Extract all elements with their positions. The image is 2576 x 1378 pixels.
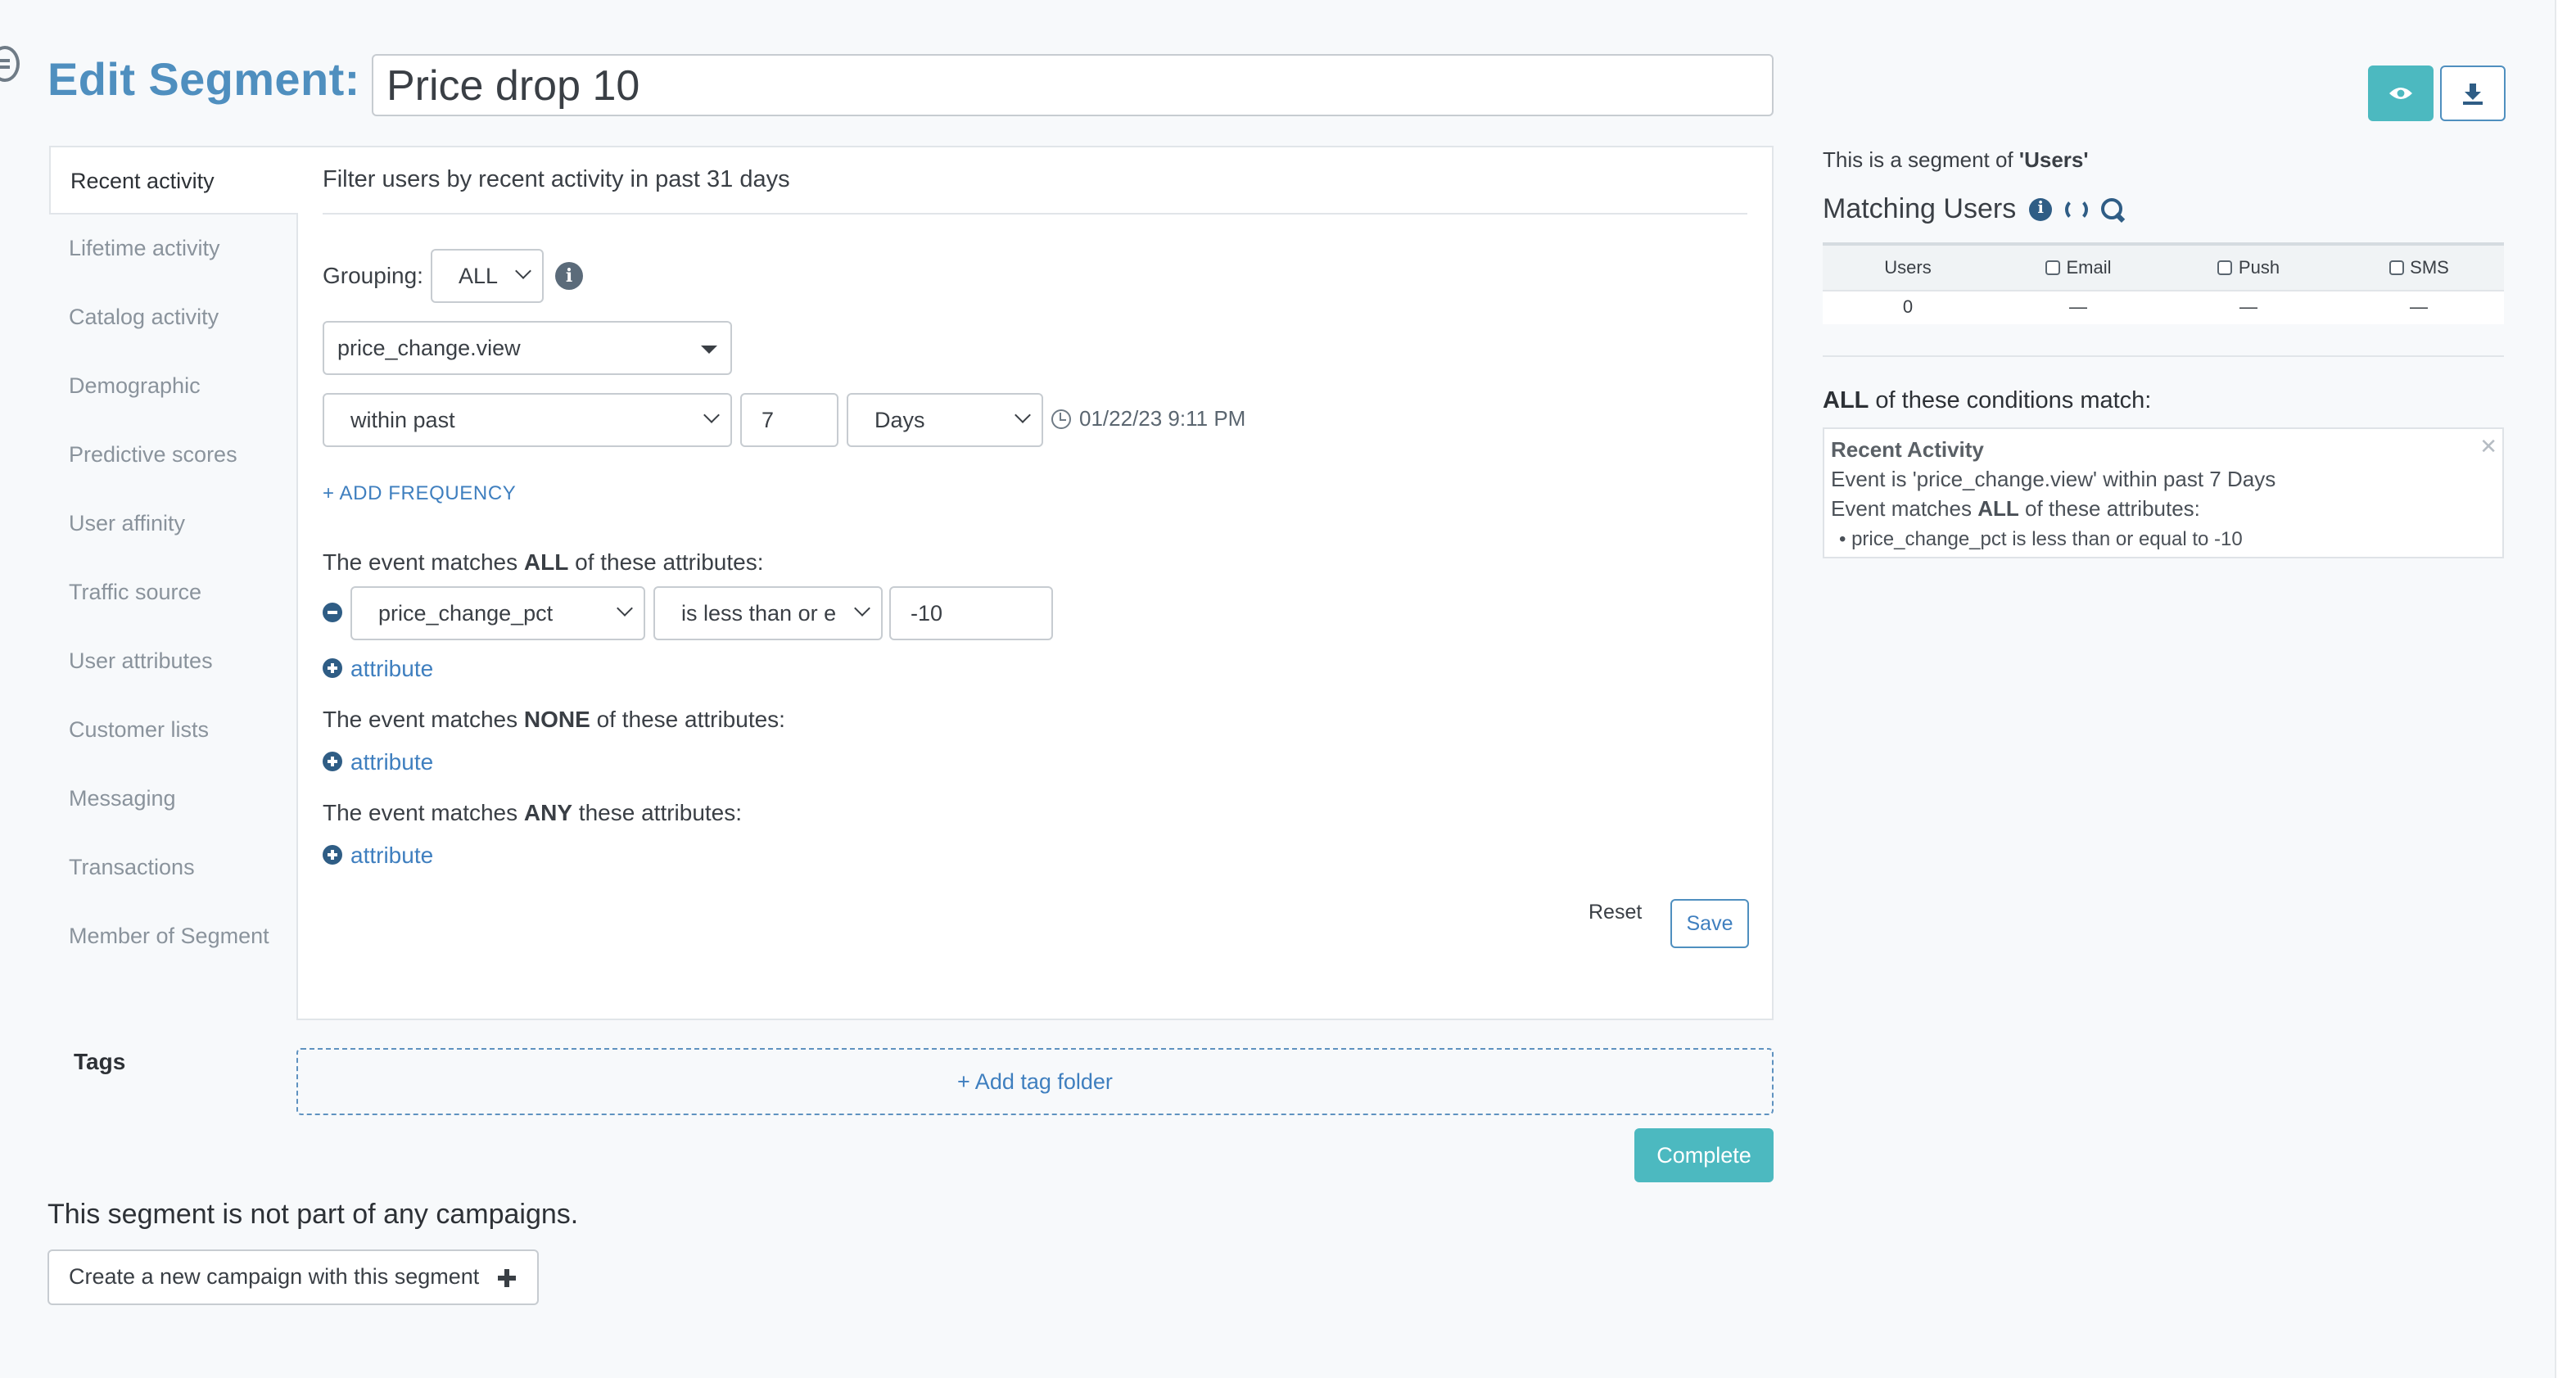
conditions-title: ALL of these conditions match: bbox=[1823, 388, 2152, 414]
add-none-attribute-link[interactable]: attribute bbox=[323, 748, 433, 775]
add-frequency-link[interactable]: + ADD FREQUENCY bbox=[323, 481, 516, 504]
grouping-select[interactable]: ALL bbox=[431, 249, 544, 303]
add-tag-folder-button[interactable]: + Add tag folder bbox=[296, 1048, 1774, 1115]
email-count: — bbox=[2069, 298, 2087, 318]
info-icon[interactable]: i bbox=[2029, 198, 2053, 221]
refresh-icon[interactable] bbox=[2065, 198, 2089, 221]
table-row: 0 — — — bbox=[1823, 290, 2504, 324]
chevron-down-icon bbox=[854, 600, 870, 617]
table-header-row: Users Email Push SMS bbox=[1823, 246, 2504, 290]
sms-count: — bbox=[2410, 298, 2428, 318]
remove-attribute-icon[interactable] bbox=[323, 603, 342, 622]
clock-icon bbox=[1051, 409, 1071, 429]
event-select-value: price_change.view bbox=[337, 336, 521, 360]
sidebar-item-catalog-activity[interactable]: Catalog activity bbox=[49, 283, 298, 352]
category-sidebar: Recent activity Lifetime activity Catalo… bbox=[49, 146, 298, 971]
attribute-field-value: price_change_pct bbox=[378, 601, 554, 626]
attribute-value-input[interactable]: -10 bbox=[889, 586, 1053, 640]
plus-icon bbox=[498, 1269, 516, 1287]
sidebar-item-customer-lists[interactable]: Customer lists bbox=[49, 696, 298, 765]
all-attributes-label: The event matches ALL of these attribute… bbox=[323, 549, 764, 575]
column-push: Push bbox=[2163, 258, 2334, 278]
sidebar-item-user-attributes[interactable]: User attributes bbox=[49, 627, 298, 696]
scrollbar-track[interactable] bbox=[2555, 0, 2576, 1378]
chevron-down-icon bbox=[1015, 407, 1031, 423]
sidebar-item-lifetime-activity[interactable]: Lifetime activity bbox=[49, 215, 298, 283]
preview-button[interactable] bbox=[2368, 66, 2434, 121]
download-button[interactable] bbox=[2440, 66, 2506, 121]
right-divider bbox=[1823, 355, 2504, 357]
filter-panel: Filter users by recent activity in past … bbox=[296, 146, 1774, 1020]
any-attributes-label: The event matches ANY these attributes: bbox=[323, 799, 743, 825]
add-all-attribute-link[interactable]: attribute bbox=[323, 655, 433, 681]
sidebar-item-traffic-source[interactable]: Traffic source bbox=[49, 558, 298, 627]
info-icon[interactable]: i bbox=[555, 262, 583, 290]
grouping-select-value: ALL bbox=[459, 264, 499, 288]
segment-source-text: This is a segment of 'Users' bbox=[1823, 147, 2089, 172]
campaigns-status-text: This segment is not part of any campaign… bbox=[47, 1199, 579, 1230]
plus-circle-icon bbox=[323, 845, 342, 865]
sidebar-item-transactions[interactable]: Transactions bbox=[49, 834, 298, 902]
sidebar-item-member-of-segment[interactable]: Member of Segment bbox=[49, 902, 298, 971]
complete-button[interactable]: Complete bbox=[1634, 1128, 1774, 1182]
sidebar-item-predictive-scores[interactable]: Predictive scores bbox=[49, 421, 298, 490]
matching-users-table: Users Email Push SMS 0 — — — bbox=[1823, 242, 2504, 324]
plus-circle-icon bbox=[323, 658, 342, 678]
sms-checkbox[interactable] bbox=[2388, 260, 2404, 275]
caret-down-icon bbox=[701, 346, 717, 354]
users-count: 0 bbox=[1902, 298, 1914, 318]
tags-label: Tags bbox=[74, 1048, 126, 1074]
attribute-operator-select[interactable]: is less than or e bbox=[653, 586, 883, 640]
panel-divider bbox=[323, 213, 1747, 215]
event-select[interactable]: price_change.view bbox=[323, 321, 732, 375]
condition-summary: Recent Activity Event is 'price_change.v… bbox=[1823, 427, 2504, 558]
push-count: — bbox=[2239, 298, 2257, 318]
download-icon bbox=[2463, 84, 2483, 105]
attribute-operator-value: is less than or e bbox=[681, 601, 837, 626]
condition-heading: Recent Activity bbox=[1831, 437, 1984, 462]
column-users: Users bbox=[1884, 258, 1932, 278]
segment-name-input[interactable]: Price drop 10 bbox=[372, 54, 1774, 116]
reset-button[interactable]: Reset bbox=[1589, 901, 1642, 924]
create-campaign-button[interactable]: Create a new campaign with this segment bbox=[47, 1249, 539, 1305]
condition-line: Event matches ALL of these attributes: bbox=[1831, 496, 2200, 521]
chevron-down-icon bbox=[617, 600, 633, 617]
range-number-input[interactable]: 7 bbox=[740, 393, 838, 447]
add-any-attribute-link[interactable]: attribute bbox=[323, 842, 433, 868]
chevron-down-icon bbox=[515, 263, 531, 279]
sidebar-item-user-affinity[interactable]: User affinity bbox=[49, 490, 298, 558]
close-icon[interactable]: ✕ bbox=[2479, 432, 2497, 462]
plus-circle-icon bbox=[323, 752, 342, 771]
grouping-label: Grouping: bbox=[323, 262, 423, 288]
save-button[interactable]: Save bbox=[1670, 899, 1749, 948]
chevron-down-icon bbox=[703, 407, 720, 423]
email-checkbox[interactable] bbox=[2045, 260, 2060, 275]
condition-line: Event is 'price_change.view' within past… bbox=[1831, 467, 2276, 491]
time-range-value: within past bbox=[350, 408, 455, 432]
menu-toggle-icon[interactable] bbox=[0, 46, 20, 82]
matching-users-header: Matching Users i bbox=[1823, 193, 2124, 226]
eye-icon bbox=[2389, 88, 2412, 99]
page-title: Edit Segment: bbox=[47, 54, 360, 105]
condition-bullet: • price_change_pct is less than or equal… bbox=[1839, 527, 2243, 550]
panel-heading: Filter users by recent activity in past … bbox=[323, 167, 790, 193]
sidebar-item-demographic[interactable]: Demographic bbox=[49, 352, 298, 421]
column-sms: SMS bbox=[2334, 258, 2504, 278]
none-attributes-label: The event matches NONE of these attribut… bbox=[323, 706, 785, 732]
range-unit-select[interactable]: Days bbox=[847, 393, 1043, 447]
range-unit-value: Days bbox=[874, 408, 925, 432]
sidebar-item-messaging[interactable]: Messaging bbox=[49, 765, 298, 834]
time-range-select[interactable]: within past bbox=[323, 393, 732, 447]
timestamp: 01/22/23 9:11 PM bbox=[1079, 406, 1246, 431]
column-email: Email bbox=[1993, 258, 2163, 278]
push-checkbox[interactable] bbox=[2217, 260, 2232, 275]
sidebar-item-recent-activity[interactable]: Recent activity bbox=[49, 146, 298, 215]
attribute-field-select[interactable]: price_change_pct bbox=[350, 586, 645, 640]
search-icon[interactable] bbox=[2101, 198, 2124, 221]
